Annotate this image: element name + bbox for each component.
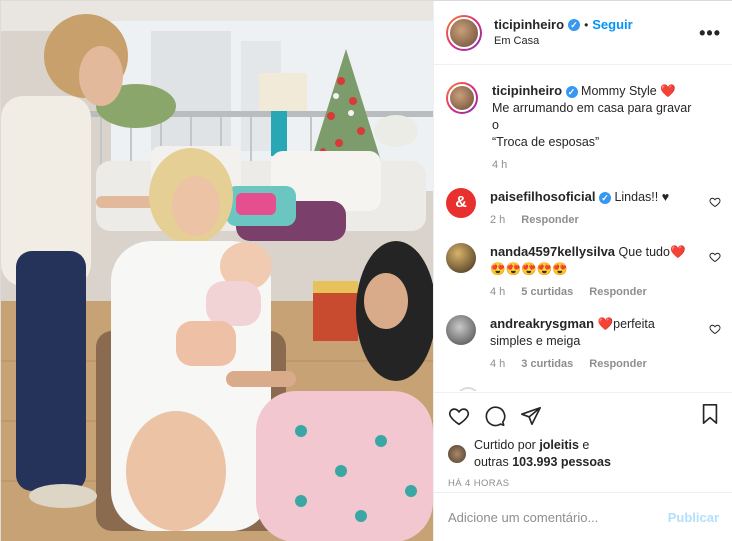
comment-input[interactable] — [448, 510, 668, 525]
verified-badge-icon: ✓ — [598, 192, 611, 204]
comment-like-heart-icon[interactable] — [709, 251, 721, 263]
post-header: ticipinheiro ✓ • Seguir Em Casa ••• — [434, 1, 732, 65]
post-photo[interactable] — [1, 1, 433, 541]
post-location[interactable]: Em Casa — [494, 33, 633, 49]
comment-item: & paisefilhosoficial ✓ Lindas!! ♥ 2 h Re… — [446, 188, 721, 229]
comment-avatar[interactable] — [446, 243, 476, 273]
loading-indicator — [456, 387, 480, 391]
caption-text-line1: Mommy Style ❤️ — [581, 84, 676, 98]
comment-username[interactable]: nanda4597kellysilva — [490, 244, 615, 259]
comment-time[interactable]: 4 h — [490, 284, 505, 301]
comment-likes[interactable]: 5 curtidas — [521, 284, 573, 301]
reply-button[interactable]: Responder — [589, 356, 646, 373]
heart-icon[interactable] — [448, 405, 470, 427]
comment-avatar[interactable] — [446, 315, 476, 345]
caption-text-line3: “Troca de esposas” — [492, 135, 600, 149]
liker-username[interactable]: joleitis — [539, 438, 579, 452]
comment-time[interactable]: 4 h — [490, 356, 505, 373]
caption-time[interactable]: 4 h — [492, 157, 507, 174]
comment-like-heart-icon[interactable] — [709, 323, 721, 335]
separator: • — [584, 17, 589, 32]
photo-illustration — [1, 1, 433, 541]
reply-button[interactable]: Responder — [521, 212, 578, 229]
likes-prefix: Curtido por — [474, 438, 540, 452]
likes-line2-suffix[interactable]: pessoas — [557, 455, 611, 469]
comment-text: Que tudo❤️ — [618, 245, 686, 259]
likes-summary: Curtido por joleitis e outras 103.993 pe… — [448, 437, 719, 471]
bookmark-icon[interactable] — [699, 403, 721, 425]
verified-badge-icon: ✓ — [565, 86, 578, 98]
comment-like-heart-icon[interactable] — [709, 196, 721, 208]
likes-suffix: e — [578, 438, 590, 452]
caption-text-line2: Me arrumando em casa para gravar o — [492, 101, 692, 132]
post-timestamp[interactable]: HÁ 4 HORAS — [448, 478, 719, 489]
comment-emojis: 😍😍😍😍😍 — [490, 262, 568, 276]
comments-list[interactable]: ticipinheiro ✓ Mommy Style ❤️ Me arruman… — [434, 66, 732, 391]
caption: ticipinheiro ✓ Mommy Style ❤️ Me arruman… — [446, 82, 721, 174]
post-actions: Curtido por joleitis e outras 103.993 pe… — [434, 392, 732, 492]
comment-icon[interactable] — [484, 405, 506, 427]
comment-text-line2: simples e meiga — [490, 334, 581, 348]
follow-button[interactable]: Seguir — [592, 17, 632, 33]
comment-username[interactable]: paisefilhosoficial — [490, 189, 595, 204]
comment-text: ❤️perfeita — [597, 317, 655, 331]
comment-item: andreakrysgman ❤️perfeita simples e meig… — [446, 315, 721, 373]
comment-text: Lindas!! ♥ — [614, 190, 670, 204]
post-side-panel: ticipinheiro ✓ • Seguir Em Casa ••• tici… — [433, 1, 732, 541]
comment-likes[interactable]: 3 curtidas — [521, 356, 573, 373]
more-options-icon[interactable]: ••• — [699, 23, 721, 44]
liker-avatar[interactable] — [448, 445, 466, 463]
share-icon[interactable] — [520, 405, 542, 427]
likes-count[interactable]: 103.993 — [512, 455, 557, 469]
instagram-post: ticipinheiro ✓ • Seguir Em Casa ••• tici… — [0, 0, 732, 541]
comment-username[interactable]: andreakrysgman — [490, 316, 594, 331]
caption-avatar[interactable] — [446, 82, 478, 114]
comment-avatar[interactable]: & — [446, 188, 476, 218]
author-avatar[interactable] — [446, 14, 482, 51]
reply-button[interactable]: Responder — [589, 284, 646, 301]
comment-item: nanda4597kellysilva Que tudo❤️ 😍😍😍😍😍 4 h… — [446, 243, 721, 301]
publish-button[interactable]: Publicar — [668, 510, 719, 525]
caption-username[interactable]: ticipinheiro — [492, 83, 562, 98]
comment-time[interactable]: 2 h — [490, 212, 505, 229]
add-comment-bar: Publicar — [434, 492, 732, 541]
verified-badge-icon: ✓ — [568, 18, 581, 31]
likes-line2-prefix: outras — [474, 455, 513, 469]
author-username[interactable]: ticipinheiro — [494, 17, 564, 33]
